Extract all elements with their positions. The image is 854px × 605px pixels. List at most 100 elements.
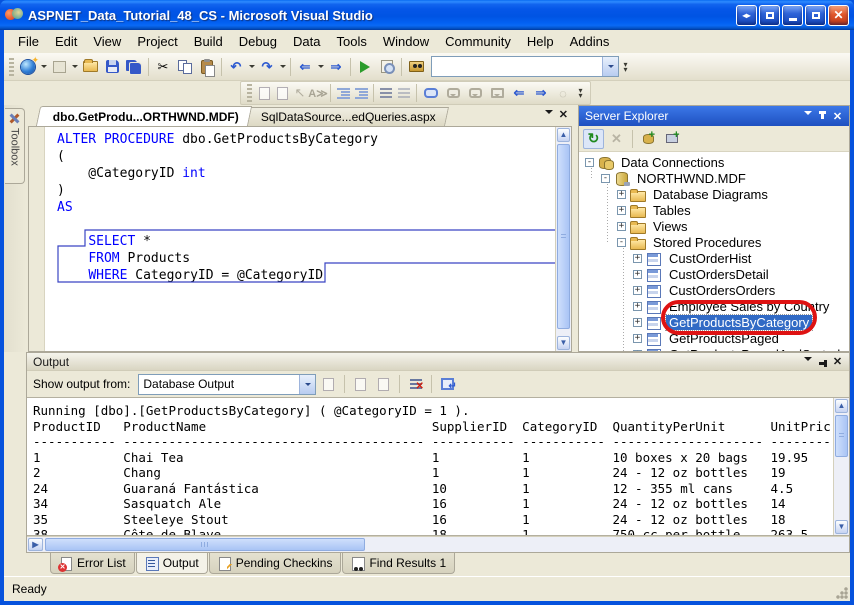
expander-icon[interactable]: + [633,270,642,279]
auto-hide-pin-icon[interactable] [815,356,830,368]
scrollbar-thumb[interactable] [557,144,570,329]
scroll-down-icon[interactable]: ▼ [557,336,570,350]
output-vertical-scrollbar[interactable]: ▲ ▼ [833,398,849,535]
output-horizontal-scrollbar[interactable]: ◀ ▶ [27,536,849,552]
bubble-icon[interactable] [442,82,464,104]
expander-icon[interactable]: + [633,318,642,327]
toolbar-overflow-icon[interactable]: ▾▾ [574,82,587,104]
scrollbar-thumb[interactable] [835,415,848,457]
previous-message-icon[interactable] [350,374,371,394]
tree-item-getproductsbycategory[interactable]: +GetProductsByCategory [579,314,849,330]
close-document-icon[interactable]: ✕ [559,108,568,121]
output-source-dropdown-icon[interactable] [299,375,315,394]
expander-icon[interactable]: + [633,334,642,343]
tab-sqldatasource-aspx[interactable]: SqlDataSource...edQueries.aspx [244,107,449,126]
new-web-site-dropdown[interactable] [39,56,48,78]
outdent-icon[interactable] [334,83,352,103]
toolbar-grip[interactable] [9,58,14,76]
scroll-down-icon[interactable]: ▼ [835,520,848,534]
expander-icon[interactable]: - [617,238,626,247]
connect-to-server-icon[interactable] [661,129,682,149]
close-panel-icon[interactable]: ✕ [830,110,845,123]
next-message-icon[interactable] [373,374,394,394]
find-in-files-icon[interactable] [405,56,427,78]
rounded-rectangle-icon[interactable] [420,82,442,104]
folder-arrow-icon[interactable] [486,82,508,104]
save-icon[interactable] [101,56,123,78]
toggle-word-wrap-icon[interactable] [437,374,458,394]
new-web-site-icon[interactable] [17,56,39,78]
document-list-dropdown-icon[interactable] [545,109,553,121]
expander-icon[interactable]: - [601,174,610,183]
auto-hide-pin-icon[interactable] [815,110,830,122]
expander-icon[interactable]: + [633,286,642,295]
expander-icon[interactable]: + [633,254,642,263]
redo-dropdown[interactable] [278,56,287,78]
find-message-in-code-icon[interactable] [318,374,339,394]
close-button[interactable]: ✕ [828,5,849,26]
undo-icon[interactable]: ↶ [225,56,247,78]
maximize-button[interactable] [805,5,826,26]
bubble-alt-icon[interactable] [464,82,486,104]
pointer-arrow-icon[interactable]: ↖ [291,83,309,103]
add-item-icon[interactable] [48,56,70,78]
tree-item-views[interactable]: +Views [579,218,849,234]
find-combobox[interactable] [431,56,619,77]
window-position-dropdown-icon[interactable] [800,356,815,368]
menu-edit[interactable]: Edit [47,31,85,52]
paste-icon[interactable] [196,56,218,78]
menu-build[interactable]: Build [186,31,231,52]
titlebar[interactable]: ASPNET_Data_Tutorial_48_CS - Microsoft V… [0,0,854,30]
minimize-button[interactable] [782,5,803,26]
toolbar-overflow-icon[interactable]: ▾▾ [619,56,632,78]
code-editor[interactable]: ALTER PROCEDURE dbo.GetProductsByCategor… [28,126,572,352]
tree-item-tables[interactable]: +Tables [579,202,849,218]
output-console[interactable]: Running [dbo].[GetProductsByCategory] ( … [27,397,849,536]
scroll-up-icon[interactable]: ▲ [835,399,848,413]
document-arrow-left-icon[interactable]: ⇐ [508,82,530,104]
window-position-dropdown-icon[interactable] [800,110,815,122]
start-debugging-icon[interactable] [354,56,376,78]
resize-grip[interactable] [835,586,848,599]
tree-item-getproductspaged[interactable]: +GetProductsPaged [579,330,849,346]
editor-vertical-scrollbar[interactable]: ▲ ▼ [555,127,571,351]
view-in-browser-icon[interactable] [376,56,398,78]
copy-icon[interactable] [174,56,196,78]
expander-icon[interactable]: + [633,302,642,311]
navigate-backward-icon[interactable]: ⇐ [294,56,316,78]
find-combobox-dropdown-icon[interactable] [602,57,618,76]
document-arrow-right-icon[interactable]: ⇒ [530,82,552,104]
pointer-document-icon[interactable] [273,83,291,103]
refresh-icon[interactable]: ↻ [583,129,604,149]
scroll-up-icon[interactable]: ▲ [557,128,570,142]
toolbar-grip[interactable] [247,84,252,102]
clear-all-icon[interactable] [405,374,426,394]
menu-community[interactable]: Community [437,31,519,52]
navigate-forward-icon[interactable]: ⇒ [325,56,347,78]
toolbox-autohide-tab[interactable]: Toolbox [5,108,25,184]
open-file-icon[interactable] [79,56,101,78]
tab-stored-procedure[interactable]: dbo.GetProdu...ORTHWND.MDF) [36,106,252,126]
menu-view[interactable]: View [85,31,129,52]
tree-item-custordersorders[interactable]: +CustOrdersOrders [579,282,849,298]
tree-item-database-diagrams[interactable]: +Database Diagrams [579,186,849,202]
redo-icon[interactable]: ↷ [256,56,278,78]
list-lines-icon[interactable] [377,83,395,103]
cut-icon[interactable]: ✂ [152,56,174,78]
expander-icon[interactable]: + [617,190,626,199]
tree-item-employee-sales-by-country[interactable]: +Employee Sales by Country [579,298,849,314]
indent-icon[interactable] [352,83,370,103]
table-document-icon[interactable] [255,83,273,103]
tree-item-custordersdetail[interactable]: +CustOrdersDetail [579,266,849,282]
expander-icon[interactable]: + [617,206,626,215]
lasso-icon[interactable]: ◌ [552,82,574,104]
tree-item-stored-procedures[interactable]: -Stored Procedures [579,234,849,250]
menu-debug[interactable]: Debug [231,31,285,52]
tab-find-results-1[interactable]: Find Results 1 [342,553,455,574]
output-source-value[interactable]: Database Output [139,377,299,391]
output-source-combobox[interactable]: Database Output [138,374,316,395]
menu-addins[interactable]: Addins [562,31,618,52]
menu-help[interactable]: Help [519,31,562,52]
connect-to-database-icon[interactable] [638,129,659,149]
navigate-backward-dropdown[interactable] [316,56,325,78]
